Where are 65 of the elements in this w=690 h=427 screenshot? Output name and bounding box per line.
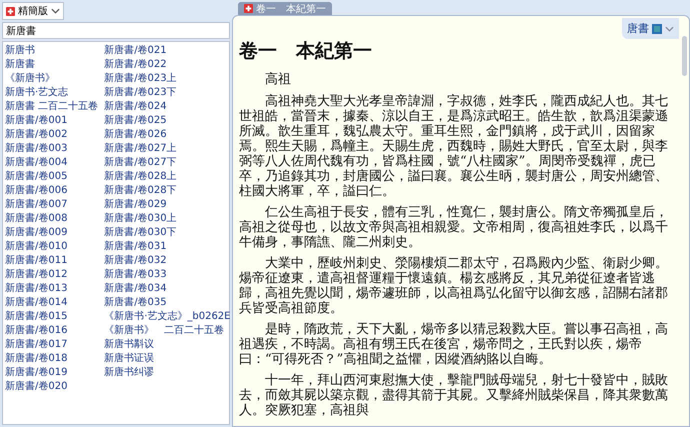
sidebar-item[interactable]: 新唐書/卷028上: [104, 170, 230, 184]
sidebar-item[interactable]: 新唐书纠谬: [104, 366, 230, 380]
sidebar-item[interactable]: 新唐書/卷023下: [104, 86, 230, 100]
sidebar-item[interactable]: 新唐書/卷027下: [104, 156, 230, 170]
sidebar-item[interactable]: 新唐書/卷027上: [104, 142, 230, 156]
sidebar-item[interactable]: 新唐書/卷015: [5, 310, 98, 324]
sidebar-item[interactable]: 新唐書/卷011: [5, 254, 98, 268]
sidebar-item[interactable]: 新唐書/卷012: [5, 268, 98, 282]
sidebar-item[interactable]: 新唐書/卷014: [5, 296, 98, 310]
sidebar-item[interactable]: 新唐書/卷008: [5, 212, 98, 226]
sidebar-item[interactable]: 新唐書/卷009: [5, 226, 98, 240]
book-icon: [652, 24, 662, 34]
sidebar-item[interactable]: 新唐書/卷025: [104, 114, 230, 128]
sidebar-item[interactable]: 新唐書/卷033: [104, 268, 230, 282]
sidebar-item[interactable]: 新唐書/卷020: [5, 380, 98, 394]
cross-icon: [244, 4, 253, 13]
sidebar-item[interactable]: 新唐書/卷035: [104, 296, 230, 310]
chapter-title: 卷一 本紀第一: [239, 39, 373, 64]
search-field[interactable]: 新唐書: [2, 22, 230, 39]
sidebar-item[interactable]: 新唐书·艺文志: [5, 86, 98, 100]
sidebar-item[interactable]: 新唐書/卷029: [104, 198, 230, 212]
sidebar-item[interactable]: 《新唐书·艺文志》_b0262E: [104, 310, 230, 324]
sidebar-item[interactable]: 新唐书证误: [104, 352, 230, 366]
sidebar-item[interactable]: 新唐書/卷004: [5, 156, 98, 170]
sidebar-item[interactable]: 新唐書/卷026: [104, 128, 230, 142]
sidebar-item[interactable]: 新唐书: [5, 44, 98, 58]
body-paragraph: 是時，隋政荒，天下大亂，煬帝多以猜忌殺戮大臣。嘗以事召高祖，高祖遇疾，不時謁。高祖有甥王氏在後宮，煬帝問之，王氏對以疾，煬帝曰：“可得死否？”高祖聞之益懼，因縱酒納賂以自晦。: [239, 322, 669, 367]
scrollbar-thumb[interactable]: [682, 36, 687, 76]
sidebar-item[interactable]: 新唐書: [5, 58, 98, 72]
sidebar-item[interactable]: 新唐書/卷017: [5, 338, 98, 352]
sidebar-item[interactable]: 新唐書/卷034: [104, 282, 230, 296]
sidebar-item[interactable]: 新唐書/卷002: [5, 128, 98, 142]
sidebar-item[interactable]: 新唐書/卷018: [5, 352, 98, 366]
sidebar-item[interactable]: 新唐書/卷030上: [104, 212, 230, 226]
sidebar-item[interactable]: 新唐書/卷007: [5, 198, 98, 212]
sidebar-item[interactable]: 新唐書/卷003: [5, 142, 98, 156]
sidebar-item[interactable]: 《新唐书》: [5, 72, 98, 86]
sidebar-item[interactable]: 新唐書/卷005: [5, 170, 98, 184]
chevron-down-icon: [665, 26, 674, 32]
sidebar-item[interactable]: 新唐書/卷024: [104, 100, 230, 114]
sidebar-item[interactable]: 新唐書/卷019: [5, 366, 98, 380]
sidebar-item[interactable]: 新唐書/卷030下: [104, 226, 230, 240]
sidebar-item[interactable]: 新唐書/卷016: [5, 324, 98, 338]
sidebar-item[interactable]: 新唐書/卷031: [104, 240, 230, 254]
sidebar-item[interactable]: 新唐書/卷021: [104, 44, 230, 58]
sidebar-item[interactable]: 新唐書 二百二十五卷: [5, 100, 98, 114]
sidebar-item[interactable]: 新唐书斠议: [104, 338, 230, 352]
sidebar-item[interactable]: 新唐書/卷028下: [104, 184, 230, 198]
sidebar-item[interactable]: 新唐書/卷023上: [104, 72, 230, 86]
book-switcher[interactable]: 唐書: [622, 18, 679, 39]
sidebar-item[interactable]: 新唐書/卷001: [5, 114, 98, 128]
body-paragraph: 大業中，歷岐州刺史、滎陽樓煩二郡太守，召爲殿內少監、衛尉少卿。煬帝征遼東，遣高祖督運糧于懷遠鎮。楊玄感將反，其兄弟從征遼者皆逃歸，高祖先覺以聞，煬帝遽班師，以高祖爲弘化留守以御玄感，詔關右諸郡兵皆受高祖節度。: [239, 256, 669, 316]
section-heading: 高祖: [264, 71, 292, 88]
chevron-down-icon: [51, 8, 60, 14]
body-paragraph: 仁公生高祖于長安，體有三乳，性寬仁，襲封唐公。隋文帝獨孤皇后，高祖之從母也，以故文帝與高祖相親愛。文帝相周，復高祖姓李氏，以爲千牛備身，事隋譙、隴二州刺史。: [239, 205, 669, 250]
body-paragraph: 十一年，拜山西河東慰撫大使，擊龍門賊母端兒，射七十發皆中，賊敗去，而斂其屍以築京觀，盡得其箭于其屍。又擊絳州賊柴保昌，降其衆數萬人。突厥犯塞，高祖與: [239, 373, 669, 418]
cross-icon: [6, 6, 15, 16]
sidebar-item[interactable]: 新唐書/卷013: [5, 282, 98, 296]
sidebar-item[interactable]: 新唐書/卷010: [5, 240, 98, 254]
body-paragraph: 高祖神堯大聖大光孝皇帝諱淵，字叔德，姓李氏，隴西成紀人也。其七世祖皓，當晉末，據秦、涼以自王，是爲涼武昭王。皓生歆，歆爲沮渠蒙遜所滅。歆生重耳，魏弘農太守。重耳生熙，金門鎮將，戍于武川，因留家焉。熙生天賜，爲幢主。天賜生虎，西魏時，賜姓大野氏，官至太尉，與李弼等八人佐周代魏有功，皆爲柱國，號“八柱國家”。周閔帝受魏禪，虎已卒，乃追錄其功，封唐國公，謚曰襄。襄公生昞，襲封唐公，周安州總管、柱國大將軍，卒，謚曰仁。: [239, 94, 669, 199]
sidebar-item[interactable]: 新唐書/卷022: [104, 58, 230, 72]
sidebar-item[interactable]: 新唐書/卷006: [5, 184, 98, 198]
edition-dropdown[interactable]: 精簡版: [2, 2, 64, 20]
sidebar-item[interactable]: 新唐書/卷032: [104, 254, 230, 268]
sidebar-item[interactable]: 《新唐书》 二百二十五卷: [104, 324, 230, 338]
